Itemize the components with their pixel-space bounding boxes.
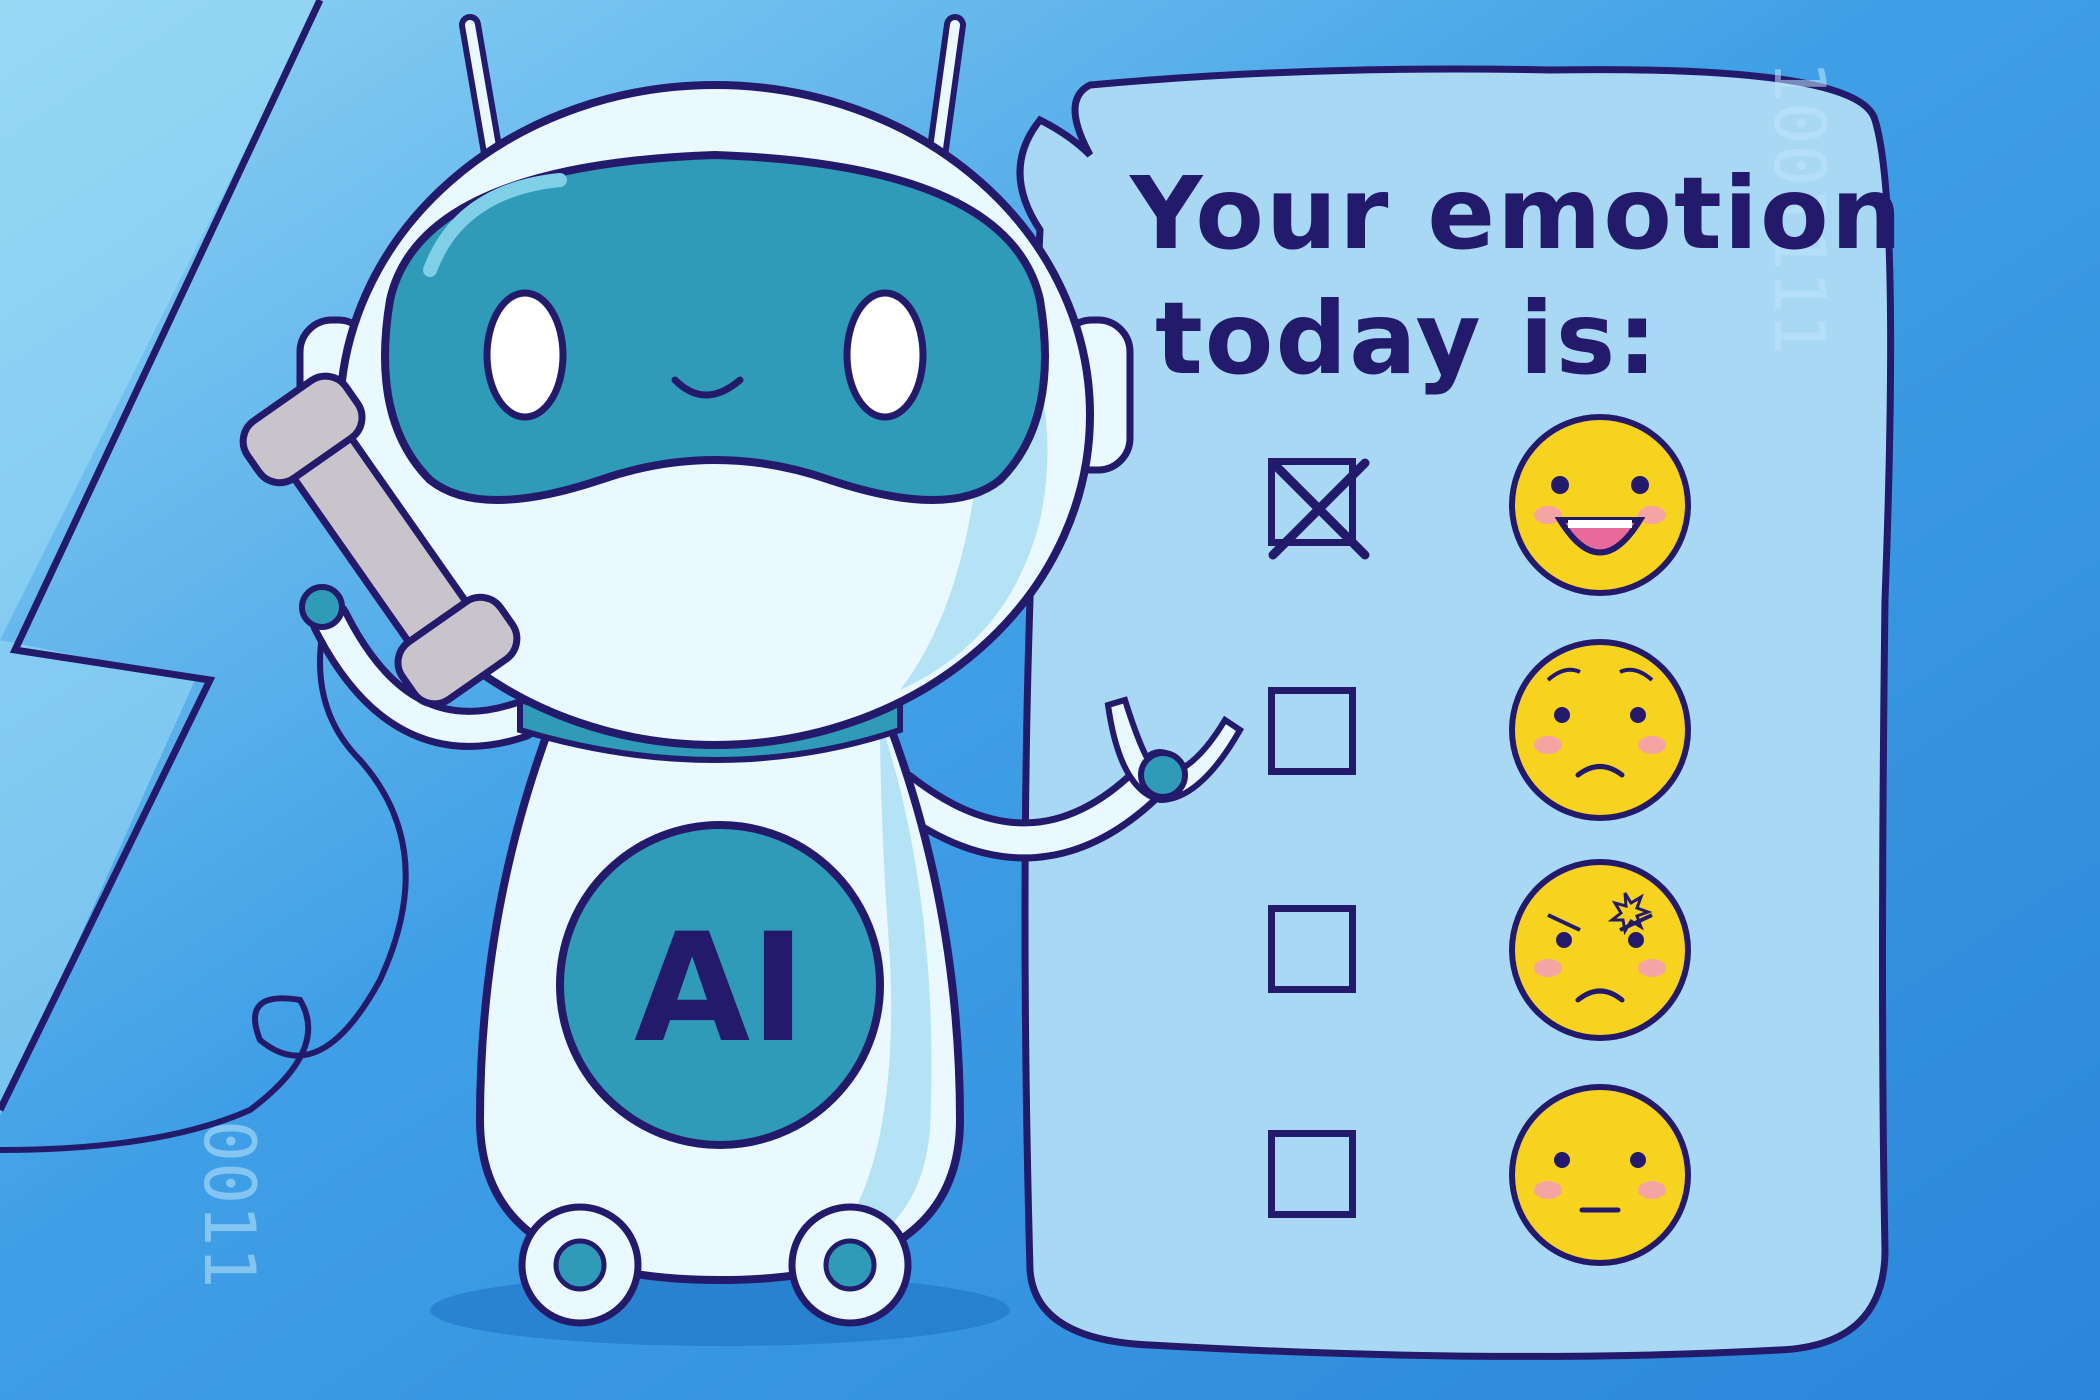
angry-checkbox[interactable] xyxy=(1268,905,1356,993)
worried-checkbox[interactable] xyxy=(1268,687,1356,775)
bubble-title-line-2: today is: xyxy=(1155,280,1660,397)
neutral-face-icon xyxy=(1509,1084,1691,1266)
bubble-title-line-1: Your emotion xyxy=(1130,155,1904,272)
left-hand-joint xyxy=(299,584,345,630)
happy-face-icon xyxy=(1509,414,1691,596)
left-wheel-hub xyxy=(553,1238,607,1292)
happy-checkbox[interactable] xyxy=(1268,458,1370,560)
angry-face-icon xyxy=(1509,859,1691,1041)
right-hand-joint xyxy=(1138,750,1188,800)
ai-badge-text: AI xyxy=(634,902,806,1076)
worried-face-icon xyxy=(1509,639,1691,821)
right-eye xyxy=(843,289,927,421)
robot-shadow xyxy=(430,1274,1010,1346)
left-eye xyxy=(483,289,567,421)
right-wheel-hub xyxy=(823,1238,877,1292)
svg-text:0011: 0011 xyxy=(188,1120,270,1289)
checkmark-x-icon xyxy=(1268,458,1370,560)
neutral-checkbox[interactable] xyxy=(1268,1130,1356,1218)
illustration: AI 1001111 0011 Your emotion today is: xyxy=(0,0,2100,1400)
